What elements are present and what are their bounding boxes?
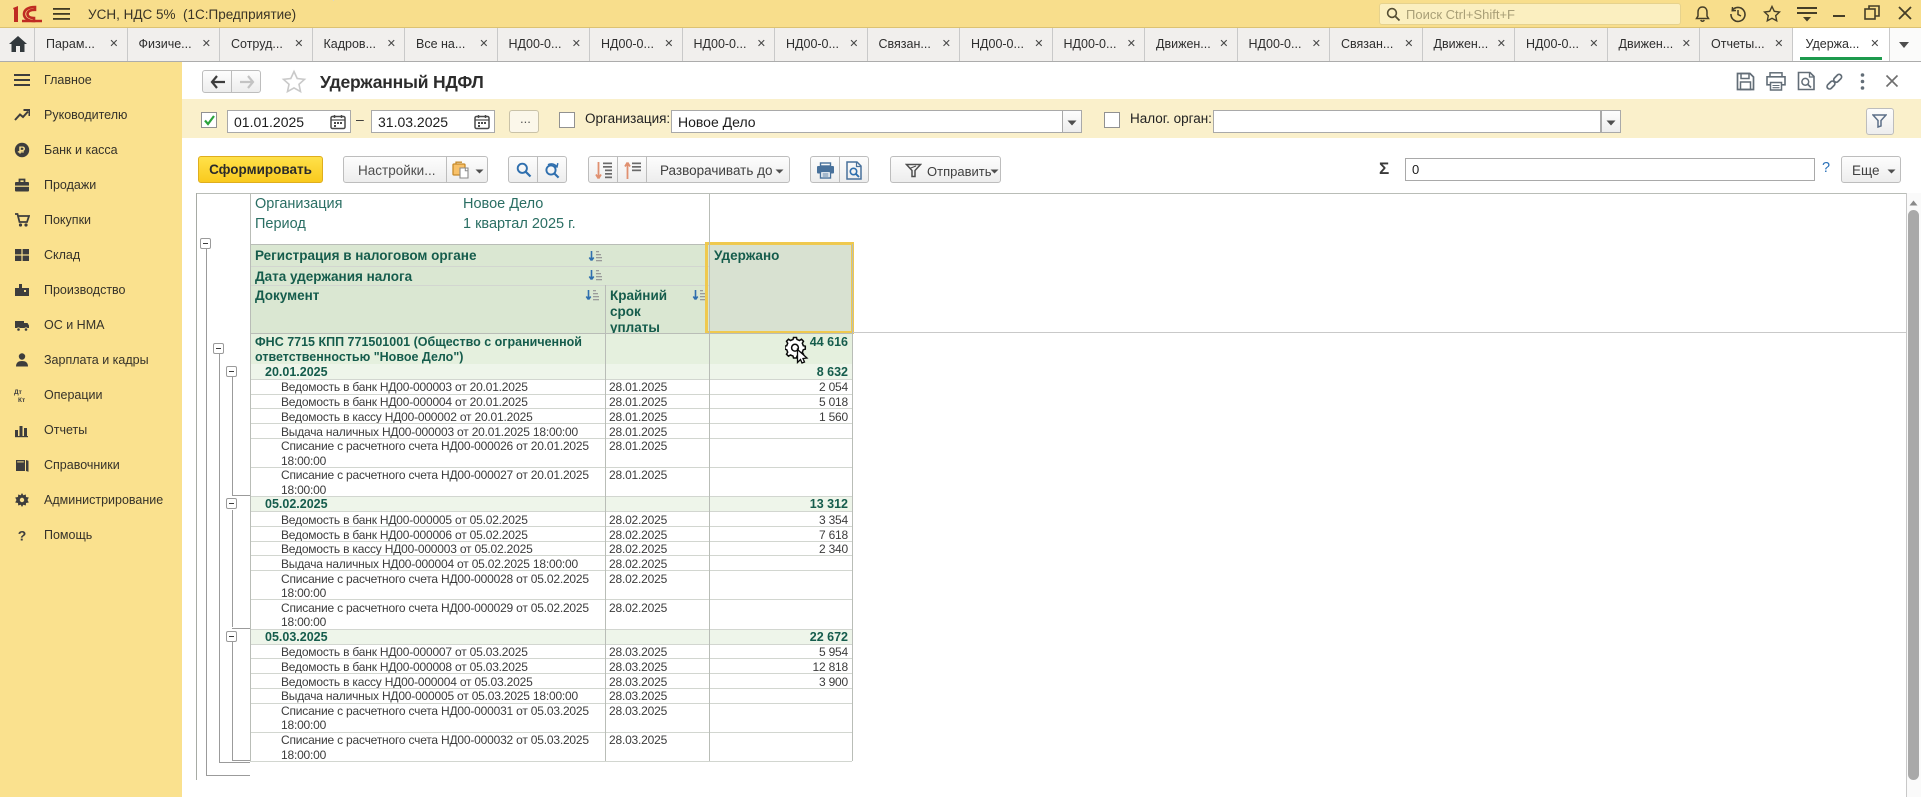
svg-text:Кт: Кт [18,397,25,403]
svg-text:P: P [19,146,26,157]
svg-text:?: ? [18,528,27,544]
svg-text:Дт: Дт [14,389,22,396]
